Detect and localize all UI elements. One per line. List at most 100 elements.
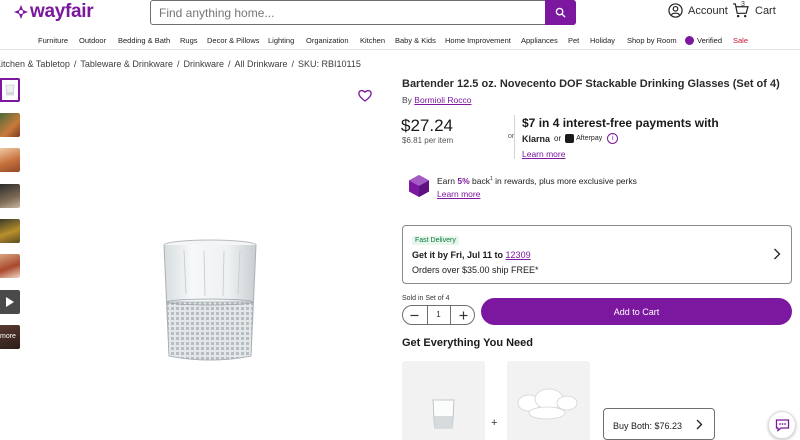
afterpay-icon [565,134,575,143]
rewards-percent: 5% [457,176,470,186]
more-label: more [0,333,16,340]
zip-code-link[interactable]: 12309 [506,250,531,260]
per-item-price: $6.81 per item [402,136,454,145]
installment-line: $7 in 4 interest-free payments with [522,116,719,130]
gallery-video-thumbnail[interactable] [0,290,20,314]
chat-icon [775,419,789,432]
delivery-card[interactable]: Fast Delivery Get it by Fri, Jul 11 to 1… [402,225,792,284]
rewards-cube-icon [409,175,429,197]
nav-item-furniture[interactable]: Furniture [38,36,68,45]
nav-item-shop-by-room[interactable]: Shop by Room [627,36,677,45]
site-header: wayfair Account 3 Cart [0,0,800,30]
search-input[interactable] [151,1,545,24]
bundle-dinnerware-image [517,388,578,420]
cart-count-badge: 3 [741,1,745,8]
nav-item-kitchen[interactable]: Kitchen [360,36,385,45]
afterpay-label: Afterpay [576,135,603,142]
gallery-thumbnail[interactable] [0,219,20,243]
bundle-item-glasses[interactable] [402,361,485,440]
breadcrumb: Kitchen & Tabletop / Tableware & Drinkware… [0,59,361,69]
search-bar [150,0,576,25]
gallery-thumbnail[interactable] [0,113,20,137]
product-price: $27.24 [401,116,453,135]
or-small-label: or [554,134,562,143]
nav-item-appliances[interactable]: Appliances [521,36,558,45]
gallery-more-button[interactable]: more [0,325,20,349]
bundle-item-dinnerware[interactable] [507,361,590,440]
nav-item-sale[interactable]: Sale [733,36,748,45]
cart-label: Cart [755,4,776,17]
nav-item-verified[interactable]: Verified [685,36,722,45]
payment-providers: Klarna or Afterpay i [522,133,619,144]
rewards-footnote: 1 [489,176,493,183]
free-shipping-text: Orders over $35.00 ship FREE* [412,265,539,275]
by-label: By [402,95,412,105]
breadcrumb-item[interactable]: All Drinkware [235,59,288,69]
nav-item-holiday[interactable]: Holiday [590,36,615,45]
nav-item-baby-kids[interactable]: Baby & Kids [395,36,436,45]
learn-more-link[interactable]: Learn more [522,149,565,159]
rewards-back: back [472,176,490,186]
delivery-date: Get it by Fri, Jul 11 to 12309 [412,250,531,260]
verified-check-icon [685,36,694,45]
breadcrumb-item[interactable]: Kitchen & Tabletop [0,59,70,69]
quantity-value[interactable]: 1 [426,306,451,324]
logo-mark-icon [14,5,28,19]
verified-label: Verified [697,36,723,45]
nav-item-lighting[interactable]: Lighting [268,36,294,45]
logo-text: wayfair [30,1,94,22]
rewards-learn-more-link[interactable]: Learn more [437,189,480,199]
chat-button[interactable] [768,411,796,439]
chevron-right-icon [696,419,703,430]
play-icon [6,297,14,307]
plus-icon [459,311,467,319]
account-label: Account [688,4,728,17]
gallery-thumbnail[interactable] [0,78,20,102]
rewards-text: Earn 5% back1 in rewards, plus more excl… [437,176,637,186]
gallery-thumbnail[interactable] [0,148,20,172]
sku-label: SKU: RBI10115 [298,59,361,69]
gallery-thumbnail[interactable] [0,184,20,208]
minus-icon [410,314,418,316]
gallery-thumbnail[interactable] [0,254,20,278]
bundle-glass-image [432,399,455,429]
info-icon[interactable]: i [607,133,619,144]
add-to-cart-button[interactable]: Add to Cart [481,298,792,325]
brand-line: By Bormioli Rocco [402,95,471,105]
wayfair-logo[interactable]: wayfair [14,1,94,23]
favorite-heart-icon[interactable] [358,89,372,102]
product-title: Bartender 12.5 oz. Novecento DOF Stackab… [402,78,780,90]
breadcrumb-item[interactable]: Tableware & Drinkware [80,59,173,69]
category-nav: Furniture Outdoor Bedding & Bath Rugs De… [0,34,800,50]
nav-item-outdoor[interactable]: Outdoor [79,36,106,45]
cart-button[interactable]: 3 Cart [732,1,776,18]
installment-text: in 4 interest-free payments with [538,116,719,130]
glass-thumb-icon [5,84,15,96]
product-image [163,239,257,361]
bundle-plus: + [491,417,498,429]
nav-item-pet[interactable]: Pet [568,36,579,45]
delivery-date-text: Get it by Fri, Jul 11 to [412,250,504,260]
fast-delivery-badge: Fast Delivery [412,236,459,245]
nav-item-decor-pillows[interactable]: Decor & Pillows [207,36,260,45]
breadcrumb-item[interactable]: Drinkware [183,59,224,69]
decrease-quantity-button[interactable] [407,308,421,322]
bundle-heading: Get Everything You Need [402,337,534,349]
nav-item-rugs[interactable]: Rugs [180,36,198,45]
search-icon [555,7,566,18]
account-icon [668,3,683,18]
increase-quantity-button[interactable] [456,308,470,322]
chevron-right-icon [774,248,781,260]
brand-link[interactable]: Bormioli Rocco [414,95,471,105]
search-button[interactable] [545,0,576,25]
rewards-rest: in rewards, plus more exclusive perks [495,176,637,186]
vertical-divider [514,115,515,159]
klarna-logo: Klarna [522,133,551,144]
rewards-earn: Earn [437,176,455,186]
nav-item-organization[interactable]: Organization [306,36,349,45]
account-button[interactable]: Account [668,3,728,18]
sold-in-label: Sold in Set of 4 [402,295,450,302]
nav-item-bedding-bath[interactable]: Bedding & Bath [118,36,170,45]
nav-item-home-improvement[interactable]: Home Improvement [445,36,511,45]
installment-amount: $7 [522,116,536,130]
